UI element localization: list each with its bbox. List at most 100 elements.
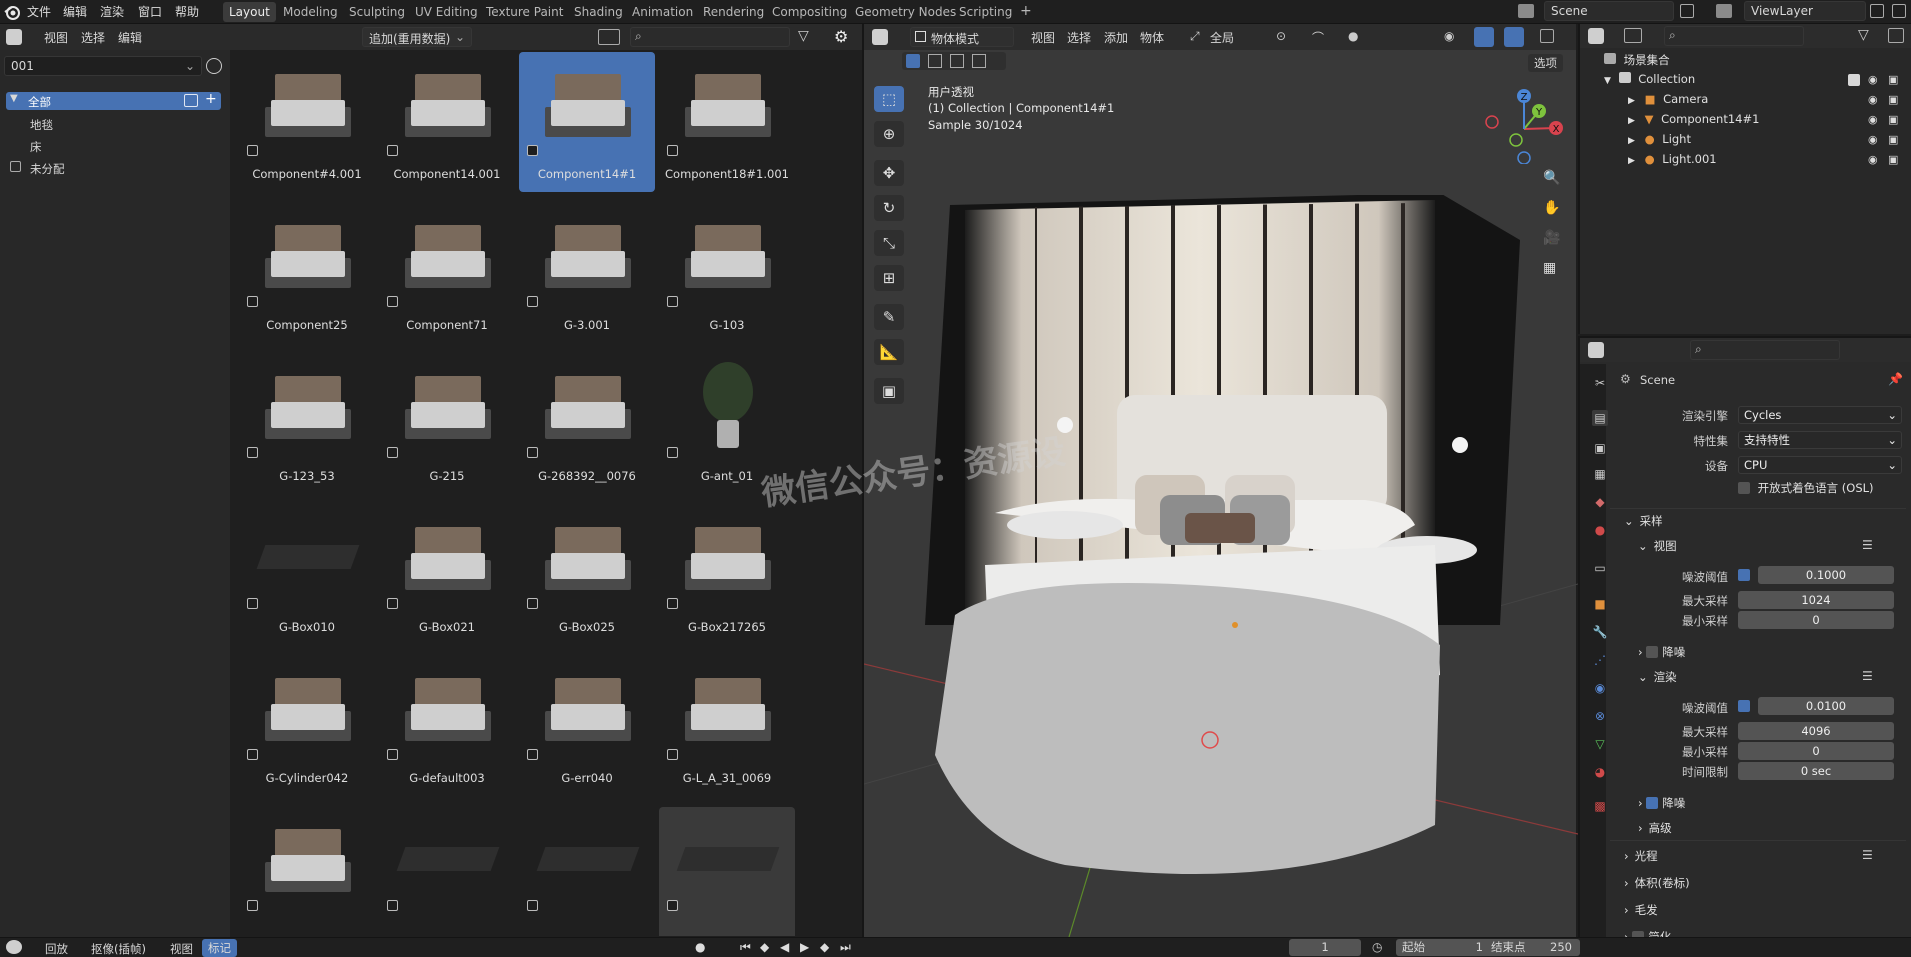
render-noise-threshold-checkbox[interactable] (1738, 700, 1750, 712)
asset-checkbox[interactable] (387, 296, 398, 307)
asset-item[interactable]: G-Box021 (379, 505, 515, 645)
jump-start-icon[interactable]: ⏮ (740, 940, 751, 955)
render-min-samples-field[interactable]: 0 (1738, 742, 1894, 760)
world-tab-icon[interactable]: ● (1592, 522, 1608, 538)
pan-hand-icon[interactable]: ✋ (1543, 200, 1560, 216)
render-toggle-icon[interactable]: ▣ (1888, 113, 1898, 126)
new-scene-icon[interactable] (1680, 4, 1694, 18)
asset-checkbox[interactable] (527, 749, 538, 760)
gizmo-toggle-icon[interactable] (1474, 27, 1494, 47)
asset-item[interactable]: G-Box217265 (659, 505, 795, 645)
physics-tab-icon[interactable]: ◉ (1592, 680, 1608, 696)
cursor-tool[interactable]: ⊕ (874, 121, 904, 147)
exclude-checkbox[interactable] (1848, 74, 1860, 86)
snap-icon[interactable]: ⌒ (1312, 29, 1324, 46)
select-box-tool[interactable]: ⬚ (874, 86, 904, 112)
asset-checkbox[interactable] (247, 598, 258, 609)
volumes-panel[interactable]: › 体积(卷标) (1624, 875, 1690, 891)
asset-item[interactable]: G-103 (659, 203, 795, 343)
end-frame-field[interactable]: 结束点 250 (1485, 939, 1580, 956)
editor-type-icon[interactable] (1588, 342, 1604, 358)
sampling-panel[interactable]: ⌄ 采样 (1624, 513, 1663, 529)
tab-layout[interactable]: Layout (223, 2, 276, 22)
asset-checkbox[interactable] (387, 598, 398, 609)
asset-checkbox[interactable] (247, 900, 258, 911)
clock-icon[interactable]: ◷ (1372, 940, 1382, 954)
outliner-collection[interactable]: ▼ Collection (1604, 72, 1695, 88)
outliner-scene-collection[interactable]: 场景集合 (1604, 52, 1670, 68)
tab-scripting[interactable]: Scripting (953, 2, 1018, 22)
display-mode-icon[interactable] (598, 29, 620, 45)
asset-item[interactable]: G-123_53 (239, 354, 375, 494)
viewport-menu-object[interactable]: 物体 (1140, 29, 1164, 46)
tab-texture-paint[interactable]: Texture Paint (480, 2, 569, 22)
asset-item[interactable]: G-Box025 (519, 505, 655, 645)
tab-uv-editing[interactable]: UV Editing (409, 2, 484, 22)
scene-field[interactable]: Scene (1544, 1, 1674, 21)
viewlayer-field[interactable]: ViewLayer (1744, 1, 1866, 21)
asset-item[interactable]: G-Cylinder042 (239, 656, 375, 796)
device-select[interactable]: CPU ⌄ (1738, 456, 1902, 474)
asset-search-input[interactable]: ⌕ (630, 27, 790, 47)
render-tab-icon[interactable]: ▤ (1592, 410, 1608, 426)
osl-toggle[interactable]: 开放式着色语言 (OSL) (1738, 480, 1874, 496)
asset-checkbox[interactable] (247, 145, 258, 156)
editor-type-icon[interactable] (1588, 28, 1604, 44)
pin-icon[interactable]: 📌 (1888, 372, 1903, 386)
asset-checkbox[interactable] (387, 749, 398, 760)
asset-checkbox[interactable] (387, 900, 398, 911)
asset-checkbox[interactable] (667, 749, 678, 760)
playback-menu[interactable]: 回放 (45, 941, 68, 957)
asset-item[interactable]: G-err040 (519, 656, 655, 796)
asset-item[interactable]: Component14.001 (379, 52, 515, 192)
start-frame-field[interactable]: 起始 1 (1396, 939, 1491, 956)
zoom-icon[interactable]: 🔍 (1543, 170, 1560, 186)
time-limit-field[interactable]: 0 sec (1738, 762, 1894, 780)
add-icon[interactable]: + (205, 91, 217, 107)
select-invert-icon[interactable] (972, 54, 986, 68)
visibility-icon[interactable]: ◉ (1444, 29, 1454, 43)
asset-checkbox[interactable] (387, 145, 398, 156)
transform-orientation-select[interactable]: 全局 (1210, 29, 1234, 46)
prev-keyframe-icon[interactable]: ◆ (760, 940, 769, 954)
library-select[interactable]: 001 ⌄ (4, 56, 202, 76)
next-keyframe-icon[interactable]: ◆ (820, 940, 829, 954)
editor-type-icon[interactable] (872, 29, 888, 45)
menu-file[interactable]: 文件 (27, 3, 51, 20)
viewport-denoise-panel[interactable]: › 降噪 (1638, 644, 1685, 660)
asset-checkbox[interactable] (527, 900, 538, 911)
select-mode-group[interactable] (902, 52, 1006, 70)
select-new-icon[interactable] (906, 54, 920, 68)
particles-tab-icon[interactable]: ⋰ (1592, 652, 1608, 668)
asset-item[interactable]: Component18#1.001 (659, 52, 795, 192)
asset-item[interactable]: G-215 (379, 354, 515, 494)
outliner-search-input[interactable]: ⌕ (1664, 26, 1804, 46)
render-toggle-icon[interactable]: ▣ (1888, 133, 1898, 146)
asset-item[interactable] (519, 807, 655, 936)
tab-compositing[interactable]: Compositing (766, 2, 853, 22)
display-mode-icon[interactable] (1624, 28, 1642, 43)
menu-help[interactable]: 帮助 (175, 3, 199, 20)
play-icon[interactable]: ▶ (800, 940, 809, 954)
eye-icon[interactable]: ◉ (1868, 133, 1878, 146)
gear-icon[interactable]: ⚙ (834, 27, 848, 46)
current-frame-field[interactable]: 1 (1289, 939, 1361, 956)
asset-item[interactable]: G-L_A_31_0069 (659, 656, 795, 796)
new-viewlayer-icon[interactable] (1870, 4, 1884, 18)
asset-menu-edit[interactable]: 编辑 (118, 29, 142, 46)
catalog-item-unassigned[interactable]: 未分配 (30, 161, 65, 177)
asset-item[interactable]: G-3.001 (519, 203, 655, 343)
presets-icon[interactable]: ☰ (1862, 848, 1873, 862)
outliner-item-camera[interactable]: ▶ ■ Camera (1628, 92, 1708, 108)
editor-type-icon[interactable] (6, 29, 22, 45)
catalog-item-rug[interactable]: 地毯 (30, 117, 53, 133)
asset-item[interactable]: G-default003 (379, 656, 515, 796)
pivot-icon[interactable]: ⊙ (1276, 29, 1286, 43)
filter-icon[interactable]: ▽ (798, 28, 814, 44)
keying-menu[interactable]: 抠像(插帧) (91, 941, 146, 957)
render-denoise-panel[interactable]: › 降噪 (1638, 795, 1685, 811)
render-toggle-icon[interactable]: ▣ (1888, 73, 1898, 86)
viewport-max-samples-field[interactable]: 1024 (1738, 591, 1894, 609)
asset-item[interactable]: Component25 (239, 203, 375, 343)
osl-checkbox[interactable] (1738, 482, 1750, 494)
